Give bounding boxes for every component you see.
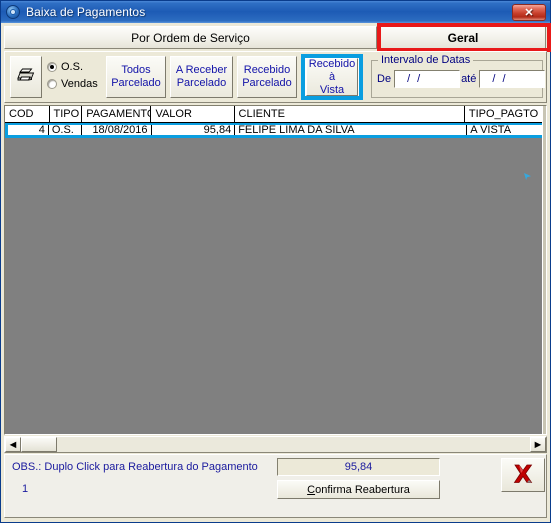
- scroll-thumb[interactable]: [21, 437, 57, 452]
- scroll-track[interactable]: [57, 437, 530, 452]
- cell-cliente: FELIPE LIMA DA SILVA: [235, 125, 468, 135]
- cell-valor: 95,84: [151, 125, 236, 135]
- scroll-right-arrow-icon[interactable]: ►: [530, 437, 546, 452]
- grid-vertical-scrollbar[interactable]: [542, 106, 546, 434]
- scroll-left-arrow-icon[interactable]: ◄: [5, 437, 21, 452]
- app-circle-icon: [5, 4, 21, 20]
- cell-tipo-pagto: A VISTA: [467, 125, 543, 135]
- client-area: Por Ordem de Serviço Geral O.S. Vendas T…: [1, 23, 551, 522]
- mouse-cursor-icon: [524, 173, 531, 180]
- grid-header-cod[interactable]: COD: [5, 106, 50, 123]
- filter-a-receber-parcelado-button[interactable]: A Receber Parcelado: [170, 56, 233, 98]
- filter-todos-parcelado-button[interactable]: Todos Parcelado: [106, 56, 166, 98]
- grid-header-cliente[interactable]: CLIENTE: [234, 106, 465, 123]
- tab-geral[interactable]: Geral: [380, 26, 546, 49]
- toolbar-panel: O.S. Vendas Todos Parcelado A Receber Pa…: [4, 51, 547, 103]
- date-from-input[interactable]: / /: [394, 70, 461, 88]
- record-count: 1: [22, 483, 29, 495]
- radio-os-label: O.S.: [61, 60, 84, 73]
- table-row[interactable]: 4 O.S. 18/08/2016 95,84 FELIPE LIMA DA S…: [5, 123, 546, 138]
- filter-a-receber-parcelado-line1: A Receber: [175, 64, 228, 76]
- filter-todos-parcelado-line1: Todos: [121, 64, 151, 76]
- date-range-groupbox: Intervalo de Datas De / / até / /: [371, 54, 546, 98]
- confirma-reabertura-label: onfirma Reabertura: [315, 483, 410, 496]
- filter-recebido-parcelado-line2: Parcelado: [242, 77, 292, 89]
- grid-horizontal-scrollbar[interactable]: ◄ ►: [4, 436, 547, 453]
- date-from-label: De: [377, 73, 392, 85]
- radio-vendas[interactable]: Vendas: [47, 75, 105, 92]
- filter-recebido-a-vista-line1: Recebido à: [308, 57, 356, 83]
- filter-a-receber-parcelado-line2: Parcelado: [176, 77, 227, 89]
- tab-por-ordem-de-servico-label: Por Ordem de Serviço: [131, 30, 250, 45]
- cell-pagamento: 18/08/2016: [81, 125, 152, 135]
- tab-geral-label: Geral: [447, 30, 479, 45]
- grid-header-tipo-pagto[interactable]: TIPO_PAGTO: [464, 106, 546, 123]
- date-range-legend: Intervalo de Datas: [378, 54, 474, 66]
- radio-vendas-dot: [47, 78, 57, 89]
- window-baixa-de-pagamentos: Baixa de Pagamentos ✕ Por Ordem de Servi…: [0, 0, 551, 523]
- grid-rows: 4 O.S. 18/08/2016 95,84 FELIPE LIMA DA S…: [5, 123, 546, 138]
- cell-cod: 4: [8, 125, 49, 135]
- total-value-field: 95,84: [277, 458, 440, 476]
- filter-recebido-parcelado-line1: Recebido: [243, 64, 291, 76]
- filter-recebido-a-vista-button[interactable]: Recebido à Vista: [301, 54, 363, 100]
- grid-empty-area[interactable]: [5, 138, 546, 434]
- print-button[interactable]: [10, 56, 42, 98]
- grid-header-tipo[interactable]: TIPO: [49, 106, 83, 123]
- tab-strip: Por Ordem de Serviço Geral: [4, 23, 551, 52]
- payments-grid: COD TIPO PAGAMENTO VALOR CLIENTE TIPO_PA…: [4, 105, 547, 435]
- radio-os-dot: [47, 61, 57, 72]
- grid-header-valor[interactable]: VALOR: [151, 106, 235, 123]
- confirma-reabertura-button[interactable]: Confirma Reabertura: [277, 480, 440, 499]
- cell-tipo: O.S.: [48, 125, 82, 135]
- filter-recebido-a-vista-line2: Vista: [319, 83, 345, 96]
- radio-os[interactable]: O.S.: [47, 58, 105, 75]
- cancel-button[interactable]: [501, 458, 545, 492]
- window-close-button[interactable]: ✕: [512, 3, 546, 21]
- date-to-label: até: [461, 73, 477, 85]
- grid-header-row: COD TIPO PAGAMENTO VALOR CLIENTE TIPO_PA…: [5, 106, 546, 123]
- tab-por-ordem-de-servico[interactable]: Por Ordem de Serviço: [4, 26, 377, 49]
- radio-vendas-label: Vendas: [61, 77, 98, 90]
- filter-recebido-parcelado-button[interactable]: Recebido Parcelado: [237, 56, 297, 98]
- title-bar: Baixa de Pagamentos ✕: [1, 1, 550, 23]
- footer-panel: OBS.: Duplo Click para Reabertura do Pag…: [4, 454, 547, 518]
- date-to-input[interactable]: / /: [479, 70, 546, 88]
- printer-icon: [16, 67, 36, 88]
- red-x-icon: [510, 462, 536, 489]
- obs-note: OBS.: Duplo Click para Reabertura do Pag…: [12, 461, 258, 473]
- confirma-reabertura-accel: C: [307, 483, 316, 496]
- window-title: Baixa de Pagamentos: [26, 5, 146, 19]
- grid-header-pagamento[interactable]: PAGAMENTO: [82, 106, 152, 123]
- filter-todos-parcelado-line2: Parcelado: [111, 77, 161, 89]
- source-radio-group: O.S. Vendas: [47, 58, 105, 92]
